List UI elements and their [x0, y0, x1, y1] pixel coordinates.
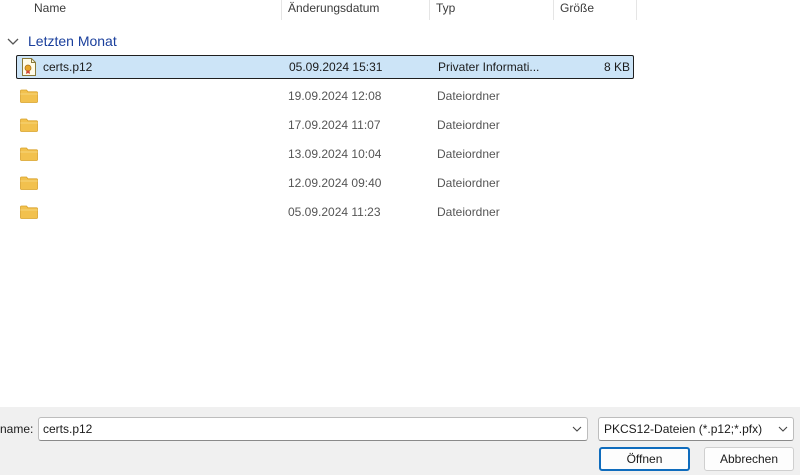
file-type: Dateiordner: [437, 118, 500, 132]
file-type: Privater Informati...: [438, 60, 540, 74]
folder-icon: [20, 205, 38, 219]
folder-row[interactable]: 19.09.2024 12:08 Dateiordner: [16, 84, 634, 108]
file-name-cell: [20, 84, 282, 108]
certificate-file-icon: [22, 58, 36, 76]
file-size: [559, 142, 629, 166]
file-name: certs.p12: [43, 60, 93, 74]
file-size: [559, 171, 629, 195]
file-name-cell: [20, 113, 282, 137]
file-size: [559, 84, 629, 108]
folder-row[interactable]: 12.09.2024 09:40 Dateiordner: [16, 171, 634, 195]
file-name-cell: [20, 171, 282, 195]
file-open-dialog: Name Änderungsdatum Typ Größe Letzten Mo…: [0, 0, 800, 475]
column-header-date[interactable]: Änderungsdatum: [282, 0, 430, 20]
group-header-last-month[interactable]: Letzten Monat: [6, 31, 117, 51]
column-header-name[interactable]: Name: [0, 0, 282, 20]
open-button[interactable]: Öffnen: [599, 447, 690, 471]
folder-icon: [20, 118, 38, 132]
column-header-type[interactable]: Typ: [430, 0, 554, 20]
cancel-button[interactable]: Abbrechen: [704, 447, 794, 471]
chevron-down-icon: [7, 38, 19, 45]
file-date: 17.09.2024 11:07: [288, 118, 381, 132]
file-name-cell: certs.p12: [21, 56, 283, 78]
file-date: 05.09.2024 15:31: [289, 60, 383, 74]
chevron-down-icon[interactable]: [572, 424, 582, 434]
filename-input[interactable]: [43, 421, 563, 437]
folder-row[interactable]: 17.09.2024 11:07 Dateiordner: [16, 113, 634, 137]
folder-row[interactable]: 05.09.2024 11:23 Dateiordner: [16, 200, 634, 224]
chevron-down-icon[interactable]: [778, 424, 788, 434]
file-date: 05.09.2024 11:23: [288, 205, 381, 219]
file-date: 13.09.2024 10:04: [288, 147, 382, 161]
filetype-select[interactable]: PKCS12-Dateien (*.p12;*.pfx): [598, 417, 794, 441]
group-header-label: Letzten Monat: [28, 33, 117, 49]
file-size: [559, 200, 629, 224]
file-size: 8 KB: [603, 60, 630, 74]
folder-icon: [20, 147, 38, 161]
filename-label: name:: [0, 422, 34, 436]
file-date: 12.09.2024 09:40: [288, 176, 382, 190]
file-type: Dateiordner: [437, 89, 500, 103]
file-size: [559, 113, 629, 137]
column-header-row: Name Änderungsdatum Typ Größe: [0, 0, 800, 22]
folder-icon: [20, 176, 38, 190]
file-type: Dateiordner: [437, 205, 500, 219]
folder-row[interactable]: 13.09.2024 10:04 Dateiordner: [16, 142, 634, 166]
folder-icon: [20, 89, 38, 103]
file-name-cell: [20, 142, 282, 166]
file-type: Dateiordner: [437, 176, 500, 190]
file-type: Dateiordner: [437, 147, 500, 161]
dialog-bottom-bar: name: PKCS12-Dateien (*.p12;*.pfx) Öffne…: [0, 407, 800, 475]
file-row-certs[interactable]: certs.p12 05.09.2024 15:31 Privater Info…: [16, 55, 634, 79]
filetype-value: PKCS12-Dateien (*.p12;*.pfx): [604, 422, 763, 436]
column-header-size[interactable]: Größe: [554, 0, 637, 20]
filename-combobox[interactable]: [38, 417, 588, 441]
file-date: 19.09.2024 12:08: [288, 89, 382, 103]
file-name-cell: [20, 200, 282, 224]
